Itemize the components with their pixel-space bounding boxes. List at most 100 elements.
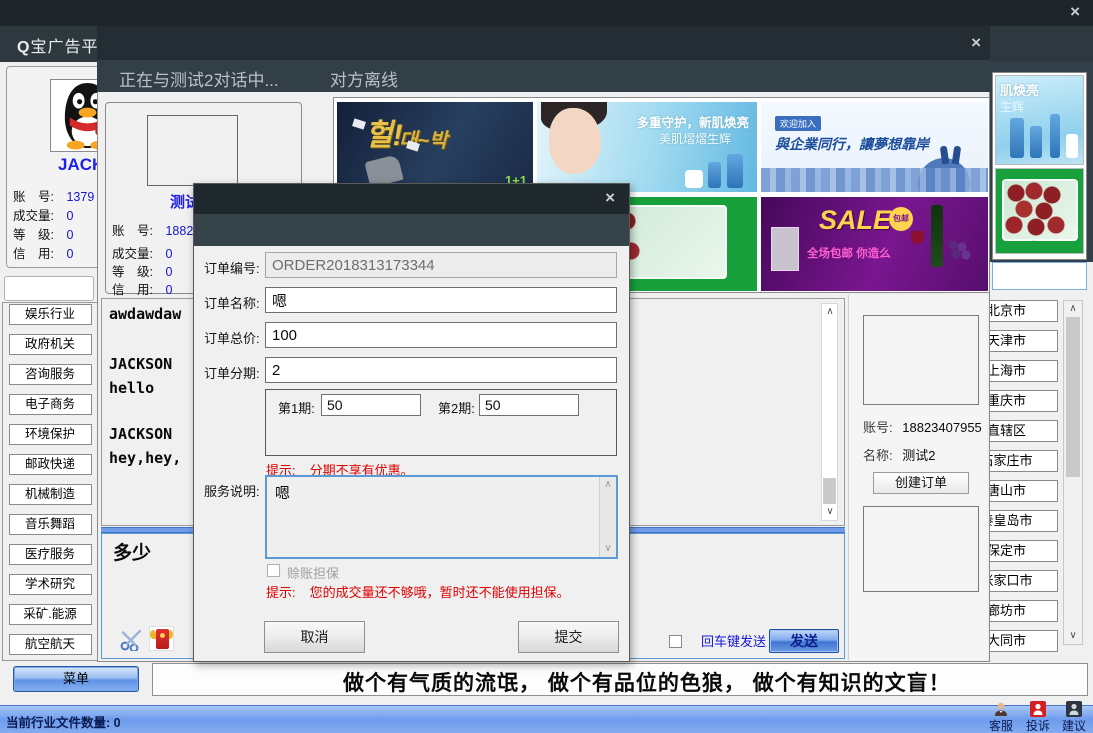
installment1-input[interactable] <box>321 394 421 416</box>
chat-close-icon[interactable]: × <box>971 35 981 51</box>
enter-send-label[interactable]: 回车键发送 <box>701 631 766 650</box>
order-installment-label: 订单分期: <box>204 363 270 382</box>
order-name-input[interactable] <box>265 287 617 313</box>
sale-ad-banner[interactable]: SALE 包邮 全场包邮 你造么 <box>761 197 988 291</box>
corporate-ad-banner[interactable]: 欢迎加入 與企業同行，讓夢想靠岸 <box>761 102 988 192</box>
enter-send-checkbox[interactable] <box>669 635 682 648</box>
scroll-up-icon[interactable]: ∧ <box>821 305 839 319</box>
scroll-up-icon[interactable]: ∧ <box>599 478 617 492</box>
file-count-label: 当前行业文件数量: <box>6 716 110 730</box>
user-credit-label: 信 用: <box>13 247 54 261</box>
main-titlebar <box>0 0 1093 26</box>
message-scrollbar[interactable]: ∧ ∨ <box>821 303 838 521</box>
city-scrollbar[interactable]: ∧ ∨ <box>1063 300 1083 645</box>
industry-button-10[interactable]: 学术研究 <box>9 574 92 595</box>
cosmetic-ad-banner[interactable]: 多重守护，新肌焕亮 美肌熠熠生辉 <box>537 102 757 192</box>
credit-guarantee-checkbox[interactable] <box>267 564 280 577</box>
user-level-label: 等 级: <box>13 228 54 242</box>
suggestion-icon <box>1066 701 1082 717</box>
sale-ad-bottle <box>931 205 943 267</box>
order-sidebar-box-bottom <box>863 506 979 592</box>
statusbar-file-count: 当前行业文件数量: 0 <box>6 712 121 731</box>
message-scroll-thumb[interactable] <box>823 478 836 504</box>
statusbar-item-suggestion[interactable]: 建议 <box>1054 701 1093 733</box>
marquee-text: 做个有气质的流氓， 做个有品位的色狼， 做个有知识的文盲！ <box>343 667 951 696</box>
send-button[interactable]: 发送 <box>769 629 839 653</box>
statusbar-item-service[interactable]: 客服 <box>981 701 1021 733</box>
peer-avatar <box>147 115 238 186</box>
user-account-row: 账 号: 1379 <box>13 186 94 205</box>
user-volume-value: 0 <box>66 209 73 223</box>
scroll-up-icon[interactable]: ∧ <box>1064 302 1082 316</box>
submit-button[interactable]: 提交 <box>518 621 619 653</box>
industry-button-7[interactable]: 机械制造 <box>9 484 92 505</box>
scissors-icon[interactable] <box>119 627 143 651</box>
statusbar-item-complaint[interactable]: 投诉 <box>1018 701 1058 733</box>
cancel-button[interactable]: 取消 <box>264 621 365 653</box>
sale-ad-subtitle: 全场包邮 你造么 <box>807 245 891 261</box>
complaint-label: 投诉 <box>1018 717 1058 733</box>
chat-message-sender: JACKSON <box>109 425 172 443</box>
corporate-ad-title: 與企業同行，讓夢想靠岸 <box>775 134 929 154</box>
red-envelope-icon[interactable] <box>149 626 174 651</box>
order-sidebar-box-top <box>863 315 979 405</box>
peer-volume-label: 成交量: <box>112 247 153 261</box>
sale-ad-grapes <box>947 239 973 261</box>
order-installment-input[interactable] <box>265 357 617 383</box>
peer-level-label: 等 级: <box>112 265 153 279</box>
order-sidebar: 账号: 18823407955 名称: 测试2 创建订单 <box>848 295 987 660</box>
industry-button-12[interactable]: 航空航天 <box>9 634 92 655</box>
jujube-ad-banner-small[interactable] <box>995 168 1084 254</box>
create-order-dialog: × 订单编号: 订单名称: 订单总价: 订单分期: 第1期: 第2期: 提示:分… <box>193 183 630 662</box>
create-order-button[interactable]: 创建订单 <box>873 472 969 494</box>
customer-service-icon <box>993 701 1009 717</box>
scroll-down-icon[interactable]: ∨ <box>821 505 839 519</box>
peer-level-value: 0 <box>165 265 172 279</box>
chat-message: hello <box>109 379 154 397</box>
sale-ad-wineglass <box>911 231 924 244</box>
sale-ad-title: SALE <box>819 205 891 236</box>
industry-button-9[interactable]: 医疗服务 <box>9 544 92 565</box>
order-price-input[interactable] <box>265 322 617 348</box>
dialog-close-icon[interactable]: × <box>605 190 615 206</box>
sidebar-name-value: 测试2 <box>902 448 935 463</box>
user-volume-row: 成交量: 0 <box>13 205 73 224</box>
marquee-bar: 做个有气质的流氓， 做个有品位的色狼， 做个有知识的文盲！ <box>152 663 1088 696</box>
suggestion-label: 建议 <box>1054 717 1093 733</box>
sidebar-name-label: 名称: <box>863 448 893 463</box>
industry-button-8[interactable]: 音乐舞蹈 <box>9 514 92 535</box>
main-close-icon[interactable]: × <box>1070 4 1080 20</box>
service-desc-value: 嗯 <box>275 482 290 503</box>
sidebar-account-label: 账号: <box>863 420 893 435</box>
desc-scrollbar[interactable]: ∧ ∨ <box>599 477 616 557</box>
industry-button-2[interactable]: 政府机关 <box>9 334 92 355</box>
user-account-label: 账 号: <box>13 190 54 204</box>
industry-button-4[interactable]: 电子商务 <box>9 394 92 415</box>
scroll-down-icon[interactable]: ∨ <box>599 542 617 556</box>
industry-button-3[interactable]: 咨询服务 <box>9 364 92 385</box>
industry-search-box[interactable] <box>4 276 94 301</box>
cosmetic-ad-banner-small[interactable]: 肌焕亮 生辉 <box>995 75 1084 165</box>
cosmetic-ad-line2: 美肌熠熠生辉 <box>659 130 731 147</box>
order-price-label: 订单总价: <box>204 328 270 347</box>
sale-ad-badge: 包邮 <box>889 207 913 231</box>
installment2-input[interactable] <box>479 394 579 416</box>
tip-text: 您的成交量还不够哦，暂时还不能使用担保。 <box>310 585 570 600</box>
right-white-box <box>992 262 1087 290</box>
menu-button[interactable]: 菜单 <box>13 666 139 692</box>
service-desc-textarea[interactable]: 嗯 ∧ ∨ <box>265 475 618 559</box>
industry-button-1[interactable]: 娱乐行业 <box>9 304 92 325</box>
sidebar-name-row: 名称: 测试2 <box>863 445 935 464</box>
industry-button-5[interactable]: 环境保护 <box>9 424 92 445</box>
user-credit-value: 0 <box>66 247 73 261</box>
city-scroll-thumb[interactable] <box>1066 317 1080 477</box>
chat-title: 正在与测试2对话中... <box>119 66 279 91</box>
industry-button-6[interactable]: 邮政快递 <box>9 454 92 475</box>
korean-ad-banner[interactable]: 헐! 대~박 1+1 <box>337 102 533 192</box>
scroll-down-icon[interactable]: ∨ <box>1064 629 1082 643</box>
chat-message: hey,hey, <box>109 449 181 467</box>
user-credit-row: 信 用: 0 <box>13 243 73 262</box>
credit-guarantee-label: 赊账担保 <box>287 563 339 582</box>
complaint-icon <box>1030 701 1046 717</box>
industry-button-11[interactable]: 采矿.能源 <box>9 604 92 625</box>
